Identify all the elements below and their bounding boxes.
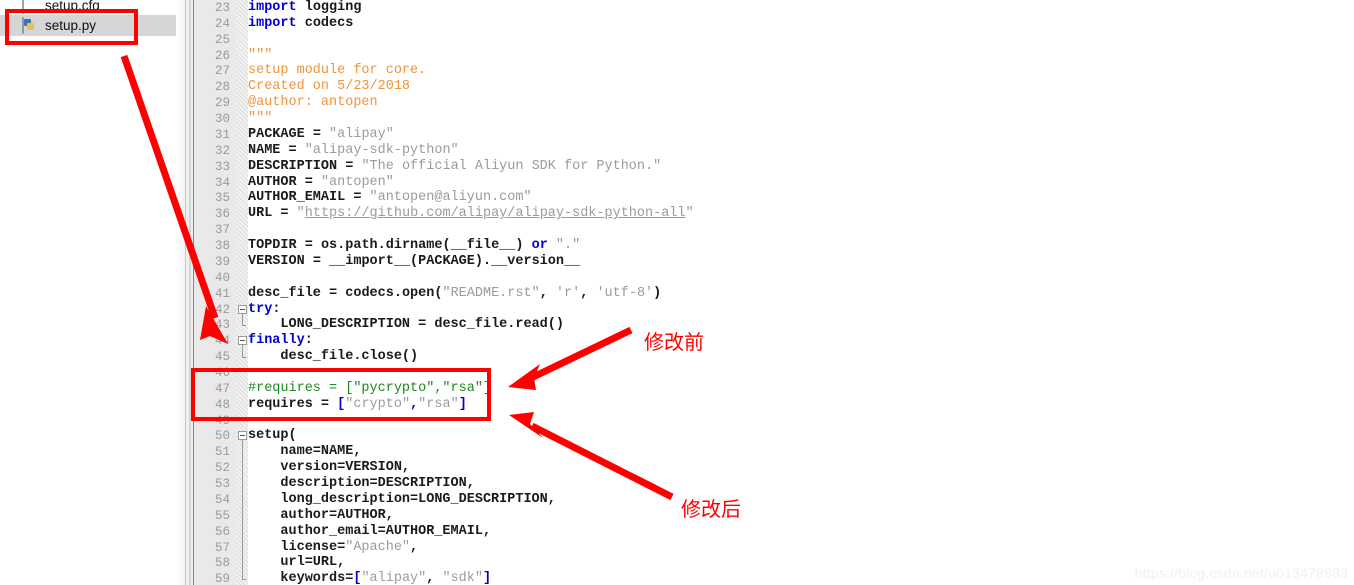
fold-guide-line	[242, 313, 243, 326]
fold-guide-foot	[242, 579, 246, 581]
line-number: 34	[214, 175, 230, 190]
line-number: 23	[214, 1, 230, 15]
tree-item-label: setup.py	[45, 18, 97, 33]
code-line[interactable]: desc_file = codecs.open("README.rst", 'r…	[248, 286, 661, 302]
line-number: 29	[214, 96, 230, 111]
line-number: 42	[214, 302, 230, 317]
annotation-label-after: 修改后	[681, 497, 741, 521]
code-line[interactable]: license="Apache",	[248, 540, 418, 556]
code-line[interactable]: keywords=["alipay", "sdk"]	[248, 571, 491, 585]
line-number: 58	[214, 556, 230, 571]
code-line[interactable]: AUTHOR_EMAIL = "antopen@aliyun.com"	[248, 190, 532, 206]
line-number: 37	[214, 223, 230, 238]
annotation-label-before: 修改前	[644, 330, 704, 354]
code-line[interactable]: requires = ["crypto","rsa"]	[248, 397, 467, 413]
line-number: 30	[214, 112, 230, 127]
line-number: 44	[214, 334, 230, 349]
code-line[interactable]: desc_file.close()	[248, 349, 418, 365]
code-line[interactable]: DESCRIPTION = "The official Aliyun SDK f…	[248, 159, 661, 175]
tree-item-setup-cfg[interactable]: setup.cfg	[0, 0, 185, 16]
tree-item-label: setup.cfg	[45, 0, 100, 13]
code-line[interactable]: url=URL,	[248, 555, 345, 571]
file-icon	[22, 0, 37, 14]
python-file-icon	[22, 17, 37, 34]
line-number: 57	[214, 540, 230, 555]
line-number: 28	[214, 80, 230, 95]
code-line[interactable]: author=AUTHOR,	[248, 508, 393, 524]
code-line[interactable]: long_description=LONG_DESCRIPTION,	[248, 492, 555, 508]
code-line[interactable]: URL = "https://github.com/alipay/alipay-…	[248, 206, 694, 222]
code-line[interactable]: author_email=AUTHOR_EMAIL,	[248, 524, 491, 540]
fold-guide-foot	[242, 325, 246, 327]
tree-item-setup-py[interactable]: setup.py	[0, 15, 185, 36]
code-line[interactable]: PACKAGE = "alipay"	[248, 127, 394, 143]
code-line[interactable]: NAME = "alipay-sdk-python"	[248, 143, 459, 159]
line-number: 24	[214, 16, 230, 31]
code-line[interactable]: """	[248, 111, 272, 127]
line-number: 59	[214, 572, 230, 585]
code-line[interactable]: AUTHOR = "antopen"	[248, 175, 394, 191]
fold-guide-foot	[242, 357, 246, 359]
code-line[interactable]: name=NAME,	[248, 444, 361, 460]
line-number: 25	[214, 32, 230, 47]
line-number: 45	[214, 350, 230, 365]
line-number: 41	[214, 286, 230, 301]
line-number: 46	[214, 366, 230, 380]
file-explorer-panel[interactable]: setup.cfg setup.py	[0, 0, 185, 585]
line-number: 53	[214, 477, 230, 492]
line-number: 32	[214, 143, 230, 158]
fold-guide-line	[242, 440, 243, 580]
code-line[interactable]: version=VERSION,	[248, 460, 410, 476]
line-number: 27	[214, 64, 230, 79]
watermark: https://blog.csdn.net/u013478983	[1134, 565, 1348, 581]
code-line[interactable]: Created on 5/23/2018	[248, 79, 410, 95]
code-line[interactable]: import logging	[248, 0, 361, 16]
fold-collapse-icon[interactable]	[238, 304, 247, 314]
code-line[interactable]: description=DESCRIPTION,	[248, 476, 474, 492]
line-number: 38	[214, 239, 230, 254]
panel-splitter[interactable]	[185, 0, 194, 585]
code-line[interactable]: setup module for core.	[248, 63, 426, 79]
code-line[interactable]: setup(	[248, 428, 297, 444]
code-editor[interactable]: 23 import logging 24 import codecs 25 26 """ 27…	[194, 0, 1354, 585]
fold-collapse-icon[interactable]	[238, 431, 247, 441]
line-number: 35	[214, 191, 230, 206]
line-number: 36	[214, 207, 230, 222]
code-line[interactable]: TOPDIR = os.path.dirname(__file__) or ".…	[248, 238, 580, 254]
line-number: 49	[214, 413, 230, 428]
line-number: 52	[214, 461, 230, 476]
line-number: 33	[214, 159, 230, 174]
code-line[interactable]: try:	[248, 302, 280, 318]
line-number: 56	[214, 524, 230, 539]
line-number: 54	[214, 492, 230, 507]
code-line[interactable]: #requires = ["pycrypto","rsa"]	[248, 381, 491, 397]
line-number: 40	[214, 270, 230, 285]
line-number: 26	[214, 48, 230, 63]
code-line[interactable]: import codecs	[248, 16, 353, 32]
fold-guide-line	[242, 345, 243, 358]
code-line[interactable]: VERSION = __import__(PACKAGE).__version_…	[248, 254, 580, 270]
line-number: 43	[214, 318, 230, 333]
line-number: 39	[214, 254, 230, 269]
line-number: 50	[214, 429, 230, 444]
code-line[interactable]: @author: antopen	[248, 95, 378, 111]
explorer-edge	[176, 0, 185, 585]
fold-collapse-icon[interactable]	[238, 336, 247, 346]
code-line[interactable]: finally:	[248, 333, 313, 349]
splitter-grip	[189, 0, 191, 585]
line-number: 51	[214, 445, 230, 460]
line-number: 48	[214, 397, 230, 412]
line-number: 55	[214, 508, 230, 523]
line-number: 31	[214, 127, 230, 142]
code-line[interactable]: LONG_DESCRIPTION = desc_file.read()	[248, 317, 564, 333]
line-number: 47	[214, 381, 230, 396]
code-line[interactable]: """	[248, 48, 272, 64]
